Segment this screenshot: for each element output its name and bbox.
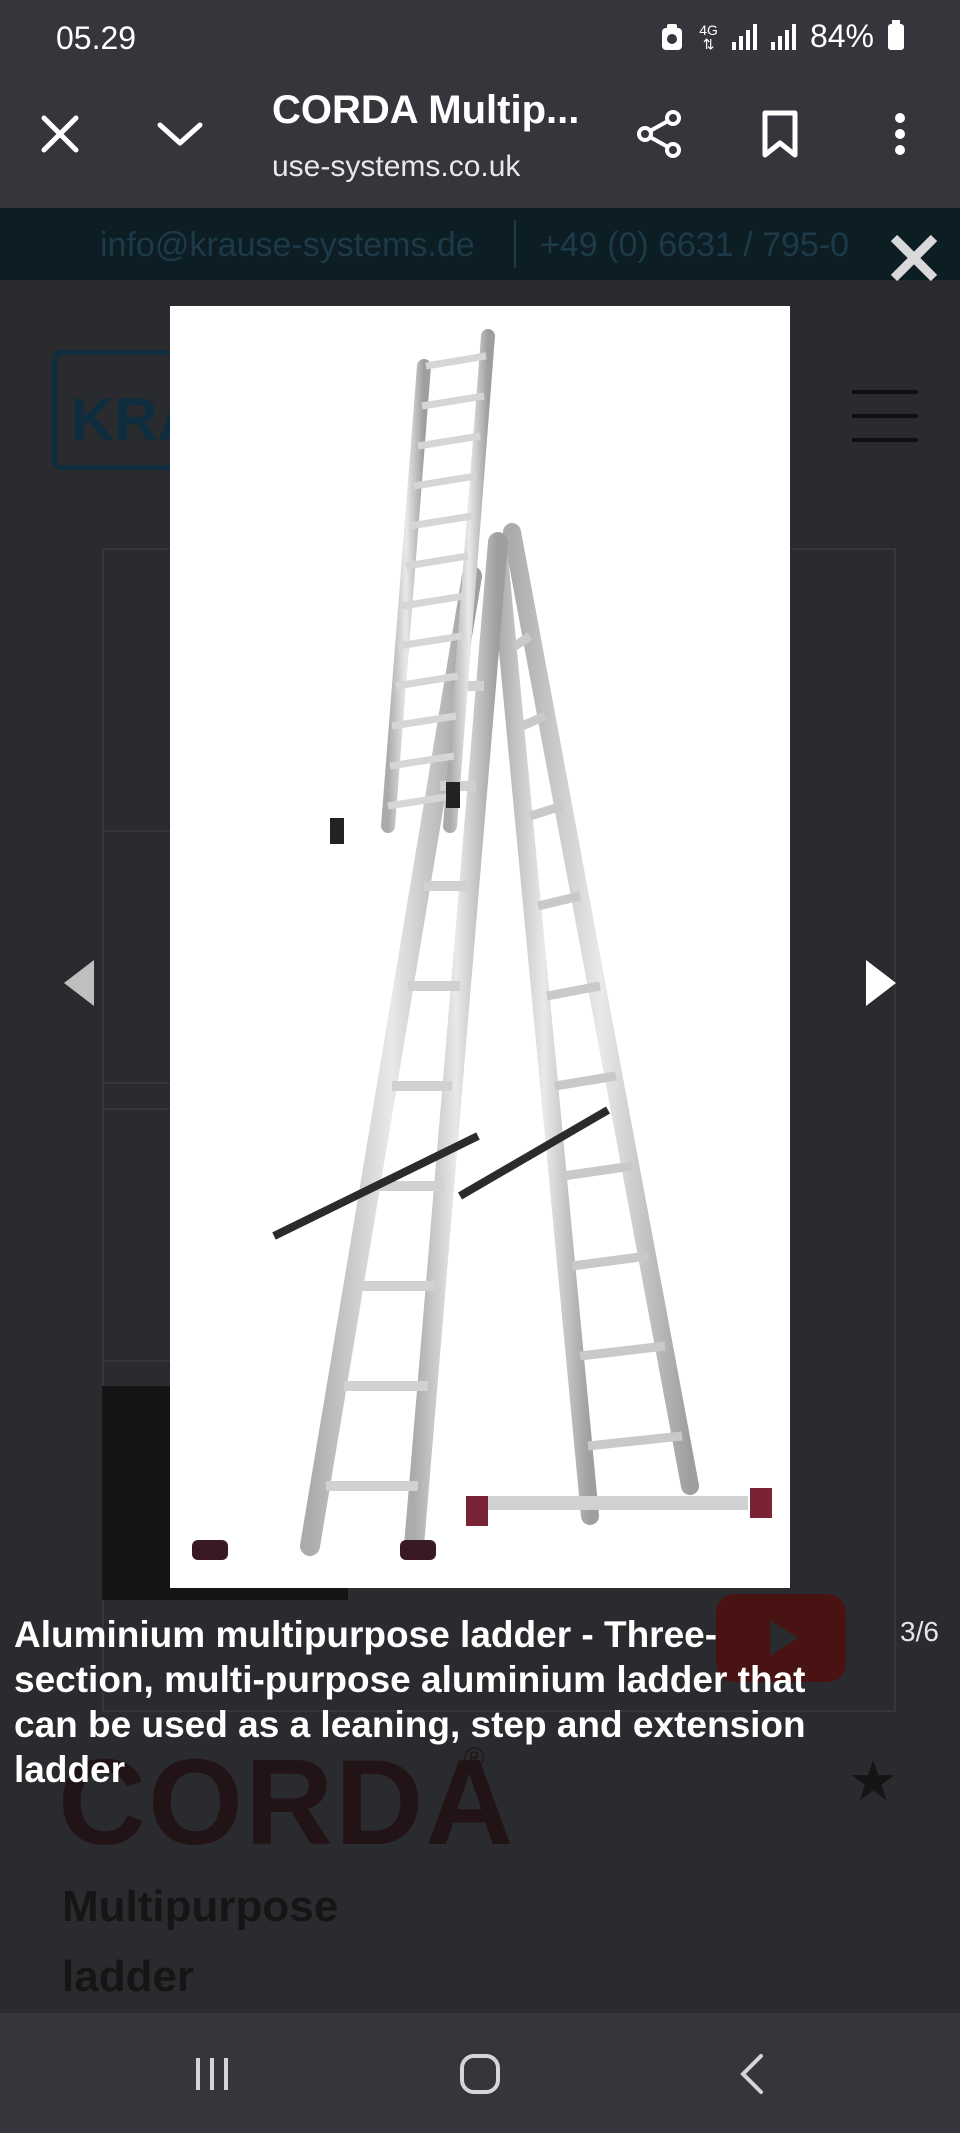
signal-icon xyxy=(731,23,757,50)
site-email: info@krause-systems.de xyxy=(100,226,475,264)
close-tab-button[interactable] xyxy=(30,104,90,164)
image-counter: 3/6 xyxy=(900,1616,939,1647)
site-contact-bar: info@krause-systems.de +49 (0) 6631 / 79… xyxy=(0,208,960,280)
network-type-icon: 4G ⇅ xyxy=(699,21,718,52)
system-navigation-bar xyxy=(0,2013,960,2133)
data-saver-icon xyxy=(662,23,683,50)
home-button[interactable] xyxy=(450,2049,510,2099)
share-icon xyxy=(637,110,681,158)
battery-percent: 84% xyxy=(809,18,874,54)
close-icon xyxy=(890,234,938,282)
contact-divider xyxy=(514,220,516,268)
browser-toolbar: CORDA Multip... use-systems.co.uk xyxy=(0,74,960,210)
ladder-image xyxy=(192,329,772,1560)
chevron-left-icon xyxy=(64,960,94,1006)
product-subtitle: Multipurpose ladder xyxy=(62,1882,339,2001)
recent-apps-button[interactable] xyxy=(182,2049,242,2099)
back-button[interactable] xyxy=(722,2049,782,2099)
image-caption: Aluminium multipurpose ladder - Three-se… xyxy=(14,1614,806,1790)
status-time: 05.29 xyxy=(56,20,137,56)
network-type-label: 4G xyxy=(699,21,718,38)
hamburger-menu-icon xyxy=(852,390,918,462)
status-icons: 4G ⇅ 84% xyxy=(659,18,904,55)
lightbox-close-button[interactable] xyxy=(884,228,944,288)
back-icon xyxy=(740,2054,763,2094)
share-button[interactable] xyxy=(630,104,690,164)
page-title[interactable]: CORDA Multip... xyxy=(272,88,579,133)
chevron-right-icon xyxy=(866,960,896,1006)
minimize-button[interactable] xyxy=(150,104,210,164)
more-options-button[interactable] xyxy=(870,104,930,164)
recent-apps-icon xyxy=(196,2058,228,2090)
more-vertical-icon xyxy=(895,113,905,155)
battery-icon xyxy=(888,19,904,50)
bookmark-icon xyxy=(762,110,798,158)
star-icon: ★ xyxy=(848,1749,899,1812)
status-bar: 05.29 4G ⇅ 84% xyxy=(0,0,960,74)
home-icon xyxy=(460,2054,500,2094)
chevron-down-icon xyxy=(157,122,203,146)
page-url[interactable]: use-systems.co.uk xyxy=(272,150,520,184)
signal-icon-2 xyxy=(770,23,796,50)
close-icon xyxy=(41,115,79,153)
site-phone: +49 (0) 6631 / 795-0 xyxy=(540,226,850,264)
previous-image-button[interactable] xyxy=(62,958,96,1013)
bookmark-button[interactable] xyxy=(750,104,810,164)
lightbox-image[interactable] xyxy=(170,306,790,1588)
next-image-button[interactable] xyxy=(864,958,898,1013)
